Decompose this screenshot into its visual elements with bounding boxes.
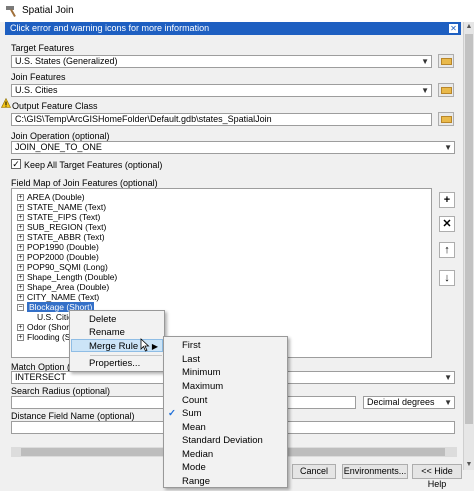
move-up-button[interactable]: ↑ xyxy=(439,242,455,258)
tree-item[interactable]: + SUB_REGION (Text) xyxy=(17,222,106,232)
keep-all-label: Keep All Target Features (optional) xyxy=(24,160,163,170)
menu-item-rename[interactable]: Rename xyxy=(89,326,125,339)
merge-rule-minimum[interactable]: Minimum xyxy=(182,366,221,379)
output-feature-class-label: Output Feature Class xyxy=(12,101,98,111)
tree-item[interactable]: + CITY_NAME (Text) xyxy=(17,292,99,302)
expand-icon[interactable]: + xyxy=(17,334,24,342)
join-operation-dropdown[interactable]: JOIN_ONE_TO_ONE ▼ xyxy=(11,141,455,154)
tree-item[interactable]: + AREA (Double) xyxy=(17,192,85,202)
merge-rule-sum[interactable]: ✓ Sum xyxy=(168,407,283,420)
hammer-icon xyxy=(6,6,16,17)
chevron-down-icon[interactable]: ▼ xyxy=(421,85,429,96)
search-radius-label: Search Radius (optional) xyxy=(11,386,111,396)
distance-field-label: Distance Field Name (optional) xyxy=(11,411,135,421)
merge-rule-mode[interactable]: Mode xyxy=(182,461,206,474)
tree-item[interactable]: + POP1990 (Double) xyxy=(17,242,99,252)
expand-icon[interactable]: + xyxy=(17,204,24,212)
cancel-button[interactable]: Cancel xyxy=(292,464,336,479)
chevron-down-icon[interactable]: ▼ xyxy=(444,397,452,408)
join-features-browse-button[interactable] xyxy=(438,83,454,97)
expand-icon[interactable]: + xyxy=(17,194,24,202)
move-down-button[interactable]: ↓ xyxy=(439,270,455,286)
title-bar: Spatial Join xyxy=(0,0,474,22)
context-menu: Delete Rename Merge Rule ▶ Properties... xyxy=(69,310,165,372)
checkmark-icon: ✓ xyxy=(168,408,176,419)
output-feature-class-input[interactable]: C:\GIS\Temp\ArcGISHomeFolder\Default.gdb… xyxy=(11,113,432,126)
folder-icon xyxy=(441,87,452,94)
add-field-button[interactable]: + xyxy=(439,192,455,208)
tree-item[interactable]: + STATE_NAME (Text) xyxy=(17,202,106,212)
expand-icon[interactable]: + xyxy=(17,284,24,292)
mouse-cursor-icon xyxy=(140,338,150,352)
target-features-dropdown[interactable]: U.S. States (Generalized) ▼ xyxy=(11,55,432,68)
tree-item[interactable]: + Shape_Area (Double) xyxy=(17,282,109,292)
tree-item[interactable]: + STATE_FIPS (Text) xyxy=(17,212,100,222)
target-features-browse-button[interactable] xyxy=(438,54,454,68)
scroll-down-icon[interactable]: ▼ xyxy=(464,460,474,470)
keep-all-checkbox[interactable]: ✓ xyxy=(11,159,21,169)
target-features-label: Target Features xyxy=(11,43,75,53)
expand-icon[interactable]: + xyxy=(17,254,24,262)
field-map-label: Field Map of Join Features (optional) xyxy=(11,178,158,188)
expand-icon[interactable]: + xyxy=(17,234,24,242)
folder-icon xyxy=(441,58,452,65)
merge-rule-last[interactable]: Last xyxy=(182,353,200,366)
expand-icon[interactable]: + xyxy=(17,224,24,232)
merge-rule-median[interactable]: Median xyxy=(182,448,213,461)
menu-separator xyxy=(90,355,162,356)
hide-help-button[interactable]: << Hide Help xyxy=(412,464,462,489)
expand-icon[interactable]: + xyxy=(17,214,24,222)
join-features-value: U.S. Cities xyxy=(15,85,58,95)
tree-item[interactable]: + POP2000 (Double) xyxy=(17,252,99,262)
chevron-down-icon[interactable]: ▼ xyxy=(421,56,429,67)
banner-text: Click error and warning icons for more i… xyxy=(10,23,210,33)
menu-item-properties[interactable]: Properties... xyxy=(89,357,140,370)
vertical-scrollbar[interactable]: ▲ ▼ xyxy=(463,22,474,470)
merge-rule-count[interactable]: Count xyxy=(182,394,207,407)
search-radius-unit-dropdown[interactable]: Decimal degrees ▼ xyxy=(363,396,455,409)
collapse-icon[interactable]: − xyxy=(17,304,24,312)
chevron-down-icon[interactable]: ▼ xyxy=(444,372,452,383)
folder-icon xyxy=(441,116,452,123)
expand-icon[interactable]: + xyxy=(17,324,24,332)
expand-icon[interactable]: + xyxy=(17,294,24,302)
search-radius-unit-value: Decimal degrees xyxy=(367,397,435,407)
match-option-value: INTERSECT xyxy=(15,372,67,382)
tree-item[interactable]: + Odor (Short) xyxy=(17,322,74,332)
chevron-right-icon: ▶ xyxy=(151,342,158,351)
environments-button[interactable]: Environments... xyxy=(342,464,408,479)
info-banner: Click error and warning icons for more i… xyxy=(5,22,461,35)
join-operation-value: JOIN_ONE_TO_ONE xyxy=(15,142,102,152)
join-operation-label: Join Operation (optional) xyxy=(11,131,110,141)
expand-icon[interactable]: + xyxy=(17,274,24,282)
output-browse-button[interactable] xyxy=(438,112,454,126)
target-features-value: U.S. States (Generalized) xyxy=(15,56,118,66)
tree-item[interactable]: + STATE_ABBR (Text) xyxy=(17,232,105,242)
banner-close-button[interactable]: ✕ xyxy=(448,23,459,34)
chevron-down-icon[interactable]: ▼ xyxy=(444,142,452,153)
join-features-dropdown[interactable]: U.S. Cities ▼ xyxy=(11,84,432,97)
merge-rule-first[interactable]: First xyxy=(182,339,200,352)
menu-item-delete[interactable]: Delete xyxy=(89,313,116,326)
merge-rule-submenu: First Last Minimum Maximum Count ✓ Sum M… xyxy=(163,336,288,488)
join-features-label: Join Features xyxy=(11,72,66,82)
warning-icon[interactable] xyxy=(1,98,11,108)
tree-item[interactable]: + Shape_Length (Double) xyxy=(17,272,117,282)
merge-rule-mean[interactable]: Mean xyxy=(182,421,206,434)
delete-field-button[interactable]: ✕ xyxy=(439,216,455,232)
merge-rule-standard-deviation[interactable]: Standard Deviation xyxy=(182,434,263,447)
scroll-up-icon[interactable]: ▲ xyxy=(464,22,474,32)
window-title: Spatial Join xyxy=(22,5,74,16)
merge-rule-maximum[interactable]: Maximum xyxy=(182,380,223,393)
expand-icon[interactable]: + xyxy=(17,264,24,272)
expand-icon[interactable]: + xyxy=(17,244,24,252)
tree-item[interactable]: + POP90_SQMI (Long) xyxy=(17,262,108,272)
merge-rule-range[interactable]: Range xyxy=(182,475,210,488)
scroll-thumb[interactable] xyxy=(465,34,473,424)
